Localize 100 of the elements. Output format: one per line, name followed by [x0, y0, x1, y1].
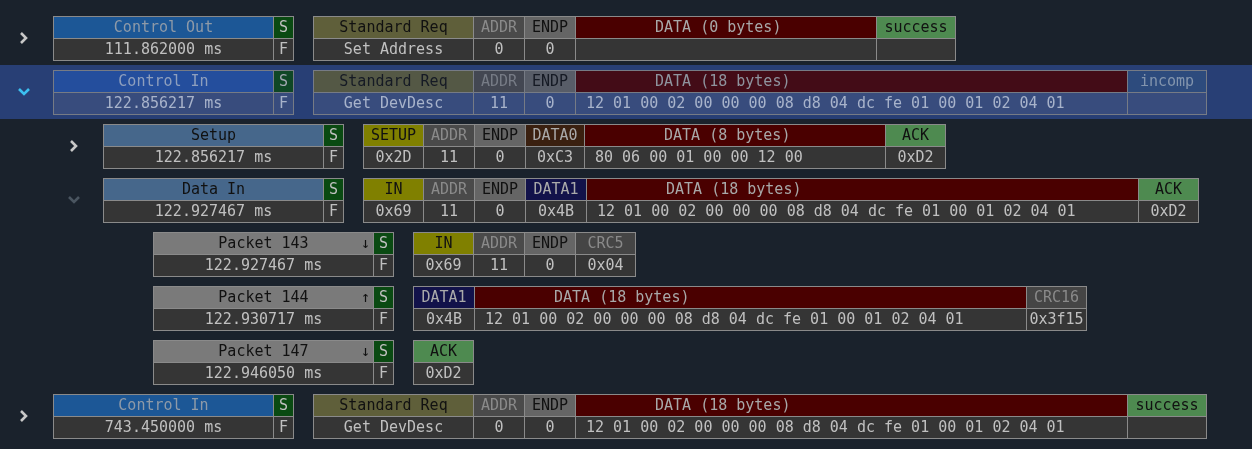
transaction-name: Setup	[104, 124, 323, 147]
field-label: ENDP	[525, 232, 575, 255]
field-label: SETUP	[364, 124, 423, 147]
field-label: Standard Req	[314, 70, 473, 93]
field-label: ENDP	[475, 124, 525, 147]
finish-flag: F	[324, 200, 343, 222]
finish-flag: F	[374, 362, 393, 384]
field-value: Get DevDesc	[314, 416, 473, 438]
field-value: 11	[474, 92, 524, 114]
field-label: DATA (8 bytes)	[585, 124, 885, 147]
timestamp: 122.930717 ms	[154, 308, 373, 330]
start-flag: S	[324, 124, 343, 147]
field-value: 12 01 00 02 00 00 00 08 d8 04 dc fe 01 00 01 02 04 01	[587, 200, 1138, 222]
timestamp: 122.856217 ms	[54, 92, 273, 114]
field-label: IN	[414, 232, 473, 255]
field-value: 0xD2	[414, 362, 473, 384]
field-value: 0x4B	[526, 200, 586, 222]
field-value: Get DevDesc	[314, 92, 473, 114]
field-value: 0x69	[364, 200, 423, 222]
field-label: DATA1	[414, 286, 474, 309]
field-label: ENDP	[525, 394, 575, 417]
field-value: 0	[474, 38, 524, 60]
finish-flag: F	[274, 416, 293, 438]
transaction-name: Packet 144 ↑	[154, 286, 373, 309]
field-value: 0x04	[576, 254, 635, 276]
field-label: ADDR	[424, 178, 474, 201]
field-value: 80 06 00 01 00 00 12 00	[585, 146, 885, 168]
finish-flag: F	[374, 254, 393, 276]
timestamp: 122.927467 ms	[154, 254, 373, 276]
field-label: DATA (18 bytes)	[576, 70, 1127, 93]
field-label: ADDR	[474, 232, 524, 255]
field-label: IN	[364, 178, 423, 201]
start-flag: S	[274, 394, 293, 417]
transaction-name: Data In	[104, 178, 323, 201]
field-label: CRC16	[1027, 286, 1086, 309]
timestamp: 122.946050 ms	[154, 362, 373, 384]
start-flag: S	[374, 286, 393, 309]
field-value: 0	[525, 38, 575, 60]
field-value: 12 01 00 02 00 00 00 08 d8 04 dc fe 01 00 01 02 04 01	[576, 92, 1127, 114]
field-label: Standard Req	[314, 394, 473, 417]
field-label: DATA (18 bytes)	[475, 286, 1026, 309]
field-value: 0xD2	[886, 146, 945, 168]
timestamp: 122.927467 ms	[104, 200, 323, 222]
field-label: incomp	[1128, 70, 1206, 93]
field-value: 0xD2	[1139, 200, 1198, 222]
field-value: 0	[475, 200, 525, 222]
field-label: Standard Req	[314, 16, 473, 39]
field-label: ACK	[414, 340, 473, 363]
start-flag: S	[324, 178, 343, 201]
transaction-name: Control Out	[54, 16, 273, 39]
direction-arrow: ↓	[360, 232, 370, 254]
transaction-name: Control In	[54, 394, 273, 417]
start-flag: S	[274, 16, 293, 39]
field-label: ACK	[1139, 178, 1198, 201]
field-label: ADDR	[474, 16, 524, 39]
field-label: DATA (0 bytes)	[576, 16, 876, 39]
field-label: ADDR	[424, 124, 474, 147]
start-flag: S	[274, 70, 293, 93]
direction-arrow: ↓	[360, 340, 370, 362]
field-value: 0	[525, 416, 575, 438]
field-label: ENDP	[525, 16, 575, 39]
field-value: 0xC3	[526, 146, 584, 168]
field-value: 0x3f15	[1027, 308, 1086, 330]
finish-flag: F	[374, 308, 393, 330]
field-value: 11	[474, 254, 524, 276]
field-label: DATA (18 bytes)	[587, 178, 1138, 201]
field-value: 0x69	[414, 254, 473, 276]
field-label: DATA (18 bytes)	[576, 394, 1127, 417]
field-value: 0x2D	[364, 146, 423, 168]
field-value: 0	[525, 92, 575, 114]
field-label: CRC5	[576, 232, 635, 255]
field-value: 0	[475, 146, 525, 168]
transaction-name: Packet 143 ↓	[154, 232, 373, 255]
start-flag: S	[374, 340, 393, 363]
transaction-name: Control In	[54, 70, 273, 93]
finish-flag: F	[324, 146, 343, 168]
finish-flag: F	[274, 92, 293, 114]
field-value: 12 01 00 02 00 00 00 08 d8 04 dc fe 01 00 01 02 04 01	[576, 416, 1127, 438]
transaction-name: Packet 147 ↓	[154, 340, 373, 363]
field-value: Set Address	[314, 38, 473, 60]
field-label: success	[1128, 394, 1206, 417]
field-value: 12 01 00 02 00 00 00 08 d8 04 dc fe 01 00 01 02 04 01	[475, 308, 1026, 330]
field-label: ACK	[886, 124, 945, 147]
finish-flag: F	[274, 38, 293, 60]
field-value: 11	[424, 146, 474, 168]
field-label: success	[877, 16, 955, 39]
start-flag: S	[374, 232, 393, 255]
field-label: ENDP	[475, 178, 525, 201]
field-label: ENDP	[525, 70, 575, 93]
field-value: 0	[525, 254, 575, 276]
field-label: DATA1	[526, 178, 586, 201]
field-value: 11	[424, 200, 474, 222]
field-label: DATA0	[526, 124, 584, 147]
timestamp: 111.862000 ms	[54, 38, 273, 60]
timestamp: 122.856217 ms	[104, 146, 323, 168]
timestamp: 743.450000 ms	[54, 416, 273, 438]
field-label: ADDR	[474, 394, 524, 417]
field-value: 0	[474, 416, 524, 438]
field-value: 0x4B	[414, 308, 474, 330]
direction-arrow: ↑	[360, 286, 370, 308]
